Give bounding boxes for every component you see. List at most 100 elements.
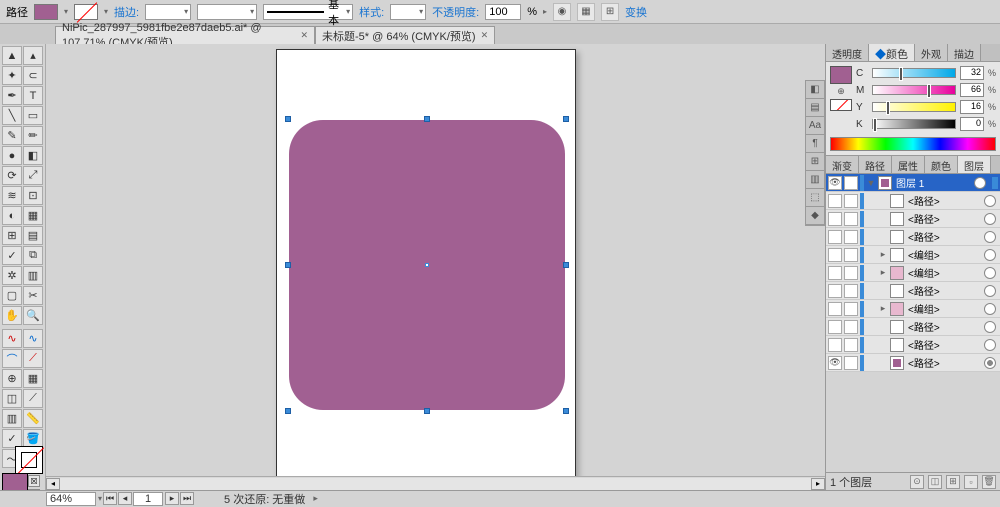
new-sublayer-icon[interactable]: ⊞ — [946, 475, 960, 489]
document-tab[interactable]: NiPic_287997_5981fbe2e87daeb5.ai* @ 107.… — [55, 26, 315, 44]
layer-name-label[interactable]: 图层 1 — [894, 175, 972, 190]
layer-name-label[interactable]: <路径> — [906, 193, 982, 208]
brush-dropdown[interactable]: 基本 ▾ — [263, 4, 353, 20]
gradient-tool[interactable]: ▤ — [23, 226, 43, 245]
column-graph-tool[interactable]: ▥ — [2, 409, 22, 428]
target-icon[interactable] — [984, 267, 996, 279]
target-icon[interactable] — [984, 321, 996, 333]
layer-name-label[interactable]: <编组> — [906, 247, 982, 262]
layer-row[interactable]: <路径> — [826, 336, 1000, 354]
style-label[interactable]: 样式: — [359, 4, 384, 20]
type-tool[interactable]: T — [23, 86, 43, 105]
layer-name-label[interactable]: <路径> — [906, 319, 982, 334]
rectangle-tool[interactable]: ▭ — [23, 106, 43, 125]
width-tool[interactable]: ≋ — [2, 186, 22, 205]
visibility-toggle[interactable] — [828, 302, 842, 316]
measure-tool[interactable]: 📏 — [23, 409, 43, 428]
shape-builder-tool[interactable]: ◐ — [2, 206, 22, 225]
zoom-caret[interactable]: ▾ — [98, 494, 102, 503]
layer-row[interactable]: <路径> — [826, 318, 1000, 336]
lock-toggle[interactable] — [844, 356, 858, 370]
line-tool[interactable]: ╲ — [2, 106, 22, 125]
layer-list[interactable]: 👁▼图层 1<路径><路径><路径>▸<编组>▸<编组><路径>▸<编组><路径… — [826, 174, 1000, 372]
layer-name-label[interactable]: <路径> — [906, 337, 982, 352]
visibility-toggle[interactable] — [828, 266, 842, 280]
layer-row[interactable]: ▸<编组> — [826, 264, 1000, 282]
disclosure-icon[interactable]: ▸ — [878, 267, 888, 278]
yellow-value[interactable]: 16 — [960, 100, 984, 114]
style-dropdown[interactable]: ▾ — [390, 4, 426, 20]
layer-name-label[interactable]: <路径> — [906, 229, 982, 244]
layer-row[interactable]: ▸<编组> — [826, 300, 1000, 318]
prev-artboard-button[interactable]: ◂ — [118, 492, 132, 505]
line-red-tool[interactable]: ⟋ — [23, 349, 43, 368]
document-tab[interactable]: 未标题-5* @ 64% (CMYK/预览) ✕ — [315, 26, 495, 44]
panel-icon[interactable]: ◧ — [806, 81, 824, 99]
layer-row[interactable]: <路径> — [826, 228, 1000, 246]
panel-icon[interactable]: ⊞ — [806, 153, 824, 171]
color-type-icon[interactable]: ⊕ — [830, 86, 852, 97]
visibility-toggle[interactable] — [828, 194, 842, 208]
transform-label[interactable]: 变换 — [625, 4, 647, 20]
visibility-toggle[interactable] — [828, 248, 842, 262]
zoom-tool[interactable]: 🔍 — [23, 306, 43, 325]
curve-tool[interactable]: ⌒ — [2, 349, 22, 368]
visibility-toggle[interactable] — [828, 230, 842, 244]
paintbrush-tool[interactable]: ✎ — [2, 126, 22, 145]
magenta-value[interactable]: 66 — [960, 83, 984, 97]
opacity-input[interactable]: 100 — [485, 4, 521, 20]
eraser-tool[interactable]: ◧ — [23, 146, 43, 165]
layer-row[interactable]: <路径> — [826, 192, 1000, 210]
artboard-number-input[interactable]: 1 — [133, 492, 163, 506]
visibility-toggle[interactable] — [828, 212, 842, 226]
close-icon[interactable]: ✕ — [300, 30, 308, 41]
blob-brush-tool[interactable]: ● — [2, 146, 22, 165]
visibility-toggle[interactable]: 👁 — [828, 356, 842, 370]
cyan-slider[interactable] — [872, 68, 956, 78]
target-icon[interactable] — [984, 285, 996, 297]
knife-tool[interactable]: ⟋ — [23, 389, 43, 408]
panel-icon[interactable]: ▤ — [806, 99, 824, 117]
new-layer-icon[interactable]: ▫ — [964, 475, 978, 489]
layer-name-label[interactable]: <编组> — [906, 301, 982, 316]
none-mode-icon[interactable]: ☒ — [28, 475, 40, 487]
curve-red-tool[interactable]: ∿ — [2, 329, 22, 348]
artboard-tool[interactable]: ▢ — [2, 286, 22, 305]
first-artboard-button[interactable]: ⏮ — [103, 492, 117, 505]
paint-bucket-tool[interactable]: 🪣 — [23, 429, 43, 448]
opacity-label[interactable]: 不透明度: — [432, 4, 479, 20]
layer-row[interactable]: <路径> — [826, 282, 1000, 300]
layer-name-label[interactable]: <路径> — [906, 355, 982, 370]
target-icon[interactable] — [984, 303, 996, 315]
eyedropper-tool[interactable]: ✓ — [2, 246, 22, 265]
black-slider[interactable] — [872, 119, 956, 129]
tab-layers[interactable]: 图层 — [958, 156, 991, 173]
selection-tool[interactable]: ▲ — [2, 46, 22, 65]
layer-row[interactable]: 👁▼图层 1 — [826, 174, 1000, 192]
lock-toggle[interactable] — [844, 284, 858, 298]
make-clipping-mask-icon[interactable]: ◫ — [928, 475, 942, 489]
scale-tool[interactable]: ⤢ — [23, 166, 43, 185]
tab-transparency[interactable]: 透明度 — [826, 44, 869, 61]
scroll-left-icon[interactable]: ◂ — [46, 478, 60, 490]
grid-tool[interactable]: ⊕ — [2, 369, 22, 388]
zoom-level-input[interactable]: 64% — [46, 492, 96, 506]
tab-gradient[interactable]: 渐变 — [826, 156, 859, 173]
visibility-toggle[interactable] — [828, 338, 842, 352]
panel-icon[interactable]: ◆ — [806, 207, 824, 225]
fill-preview-swatch[interactable] — [830, 66, 852, 84]
chevron-icon[interactable]: ▸ — [543, 7, 547, 16]
layer-row[interactable]: <路径> — [826, 210, 1000, 228]
yellow-slider[interactable] — [872, 102, 956, 112]
layer-row[interactable]: 👁 <路径> — [826, 354, 1000, 372]
tab-pathfinder[interactable]: 路径 — [859, 156, 892, 173]
lock-toggle[interactable] — [844, 248, 858, 262]
layer-name-label[interactable]: <路径> — [906, 211, 982, 226]
transform-icon[interactable]: ⊞ — [601, 3, 619, 21]
tab-color2[interactable]: 颜色 — [925, 156, 958, 173]
tab-attrs[interactable]: 属性 — [892, 156, 925, 173]
target-icon[interactable] — [984, 231, 996, 243]
scroll-right-icon[interactable]: ▸ — [811, 478, 825, 490]
magic-wand-tool[interactable]: ✦ — [2, 66, 22, 85]
cyan-value[interactable]: 32 — [960, 66, 984, 80]
